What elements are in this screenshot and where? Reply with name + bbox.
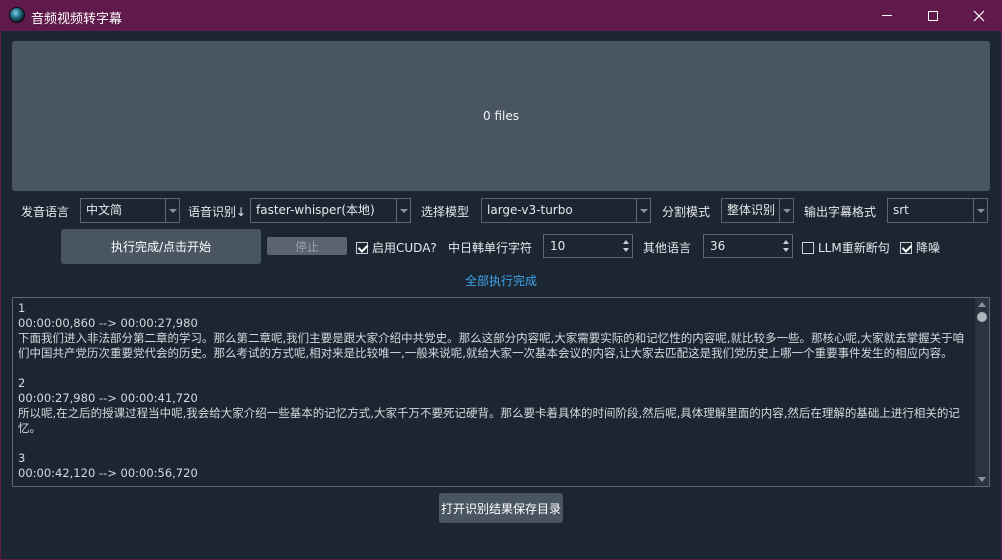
file-drop-zone[interactable]: 0 files <box>12 41 990 191</box>
cjk-chars-value: 10 <box>550 239 566 253</box>
chevron-down-icon <box>636 199 650 222</box>
scroll-up-arrow-icon[interactable] <box>978 302 986 307</box>
subtitle-format-label: 输出字幕格式 <box>804 205 877 219</box>
split-mode-label: 分割模式 <box>662 205 711 219</box>
language-select[interactable]: 中文简 <box>80 198 180 223</box>
app-logo-icon <box>9 7 25 23</box>
other-lang-spinbox[interactable]: 36 <box>703 234 793 258</box>
llm-resegment-label: LLM重新断句 <box>818 241 890 255</box>
llm-resegment-checkbox[interactable]: LLM重新断句 <box>802 239 890 256</box>
transcript-output[interactable]: 1 00:00:00,860 --> 00:00:27,980 下面我们进入非法… <box>12 297 990 487</box>
asr-select[interactable]: faster-whisper(本地) <box>250 198 411 223</box>
denoise-label: 降噪 <box>916 241 941 255</box>
split-mode-select-value: 整体识别 <box>727 203 776 217</box>
close-icon <box>973 10 985 21</box>
start-button[interactable]: 执行完成/点击开始 <box>61 229 261 264</box>
other-lang-value: 36 <box>710 239 726 253</box>
denoise-checkbox[interactable]: 降噪 <box>900 239 940 256</box>
stop-button[interactable]: 停止 <box>267 237 347 255</box>
scrollbar-thumb[interactable] <box>977 312 987 322</box>
maximize-button[interactable] <box>910 0 956 31</box>
chevron-down-icon <box>779 199 793 222</box>
checkbox-checked-icon <box>900 241 912 254</box>
main-window: 0 files 发音语言 中文简 语音识别↓ faster-whisper(本地… <box>1 31 1001 559</box>
close-button[interactable] <box>956 0 1002 31</box>
subtitle-entry: 1 00:00:00,860 --> 00:00:27,980 下面我们进入非法… <box>18 301 970 361</box>
other-lang-label: 其他语言 <box>643 241 692 255</box>
status-text[interactable]: 全部执行完成 <box>1 272 1001 289</box>
subtitle-index: 1 <box>18 301 26 315</box>
subtitle-index: 3 <box>18 451 26 465</box>
cuda-label: 启用CUDA? <box>372 241 437 255</box>
spin-up-icon[interactable] <box>623 240 629 244</box>
cjk-chars-spinbox[interactable]: 10 <box>543 234 633 258</box>
file-count-text: 0 files <box>483 109 519 123</box>
model-select[interactable]: large-v3-turbo <box>481 198 651 223</box>
chevron-down-icon <box>165 199 179 222</box>
subtitle-index: 2 <box>18 376 26 390</box>
window-title: 音频视频转字幕 <box>31 12 123 27</box>
language-label: 发音语言 <box>21 205 70 219</box>
subtitle-entry: 2 00:00:27,980 --> 00:00:41,720 所以呢,在之后的… <box>18 376 970 436</box>
split-mode-select[interactable]: 整体识别 <box>721 198 794 223</box>
spin-down-icon[interactable] <box>623 248 629 252</box>
minimize-button[interactable] <box>864 0 910 31</box>
language-select-value: 中文简 <box>86 203 123 217</box>
subtitle-timecode: 00:00:27,980 --> 00:00:41,720 <box>18 391 198 405</box>
transcript-content: 1 00:00:00,860 --> 00:00:27,980 下面我们进入非法… <box>18 301 970 486</box>
cjk-chars-label: 中日韩单行字符 <box>448 241 533 255</box>
checkbox-checked-icon <box>356 241 368 254</box>
model-label: 选择模型 <box>421 205 470 219</box>
scroll-down-arrow-icon[interactable] <box>978 477 986 482</box>
asr-label: 语音识别↓ <box>188 205 247 219</box>
spin-down-icon[interactable] <box>783 248 789 252</box>
asr-select-value: faster-whisper(本地) <box>256 203 375 217</box>
spin-up-icon[interactable] <box>783 240 789 244</box>
subtitle-text: 下面我们进入非法部分第二章的学习。那么第二章呢,我们主要是跟大家介绍中共党史。那… <box>18 331 965 360</box>
maximize-icon <box>928 10 938 21</box>
subtitle-format-select-value: srt <box>893 203 909 217</box>
subtitle-format-select[interactable]: srt <box>887 198 988 223</box>
model-select-value: large-v3-turbo <box>487 203 573 217</box>
open-output-folder-button[interactable]: 打开识别结果保存目录 <box>439 493 563 523</box>
subtitle-timecode: 00:00:42,120 --> 00:00:56,720 <box>18 466 198 480</box>
title-bar: 音频视频转字幕 <box>0 0 1002 31</box>
vertical-scrollbar[interactable] <box>975 298 989 486</box>
subtitle-text: 所以呢,在之后的授课过程当中呢,我会给大家介绍一些基本的记忆方式,大家千万不要死… <box>18 406 960 435</box>
chevron-down-icon <box>396 199 410 222</box>
checkbox-unchecked-icon <box>802 241 814 254</box>
subtitle-timecode: 00:00:00,860 --> 00:00:27,980 <box>18 316 198 330</box>
subtitle-entry: 3 00:00:42,120 --> 00:00:56,720 <box>18 451 970 481</box>
chevron-down-icon <box>973 199 987 222</box>
cuda-checkbox[interactable]: 启用CUDA? <box>356 239 437 256</box>
minimize-icon <box>882 15 892 16</box>
